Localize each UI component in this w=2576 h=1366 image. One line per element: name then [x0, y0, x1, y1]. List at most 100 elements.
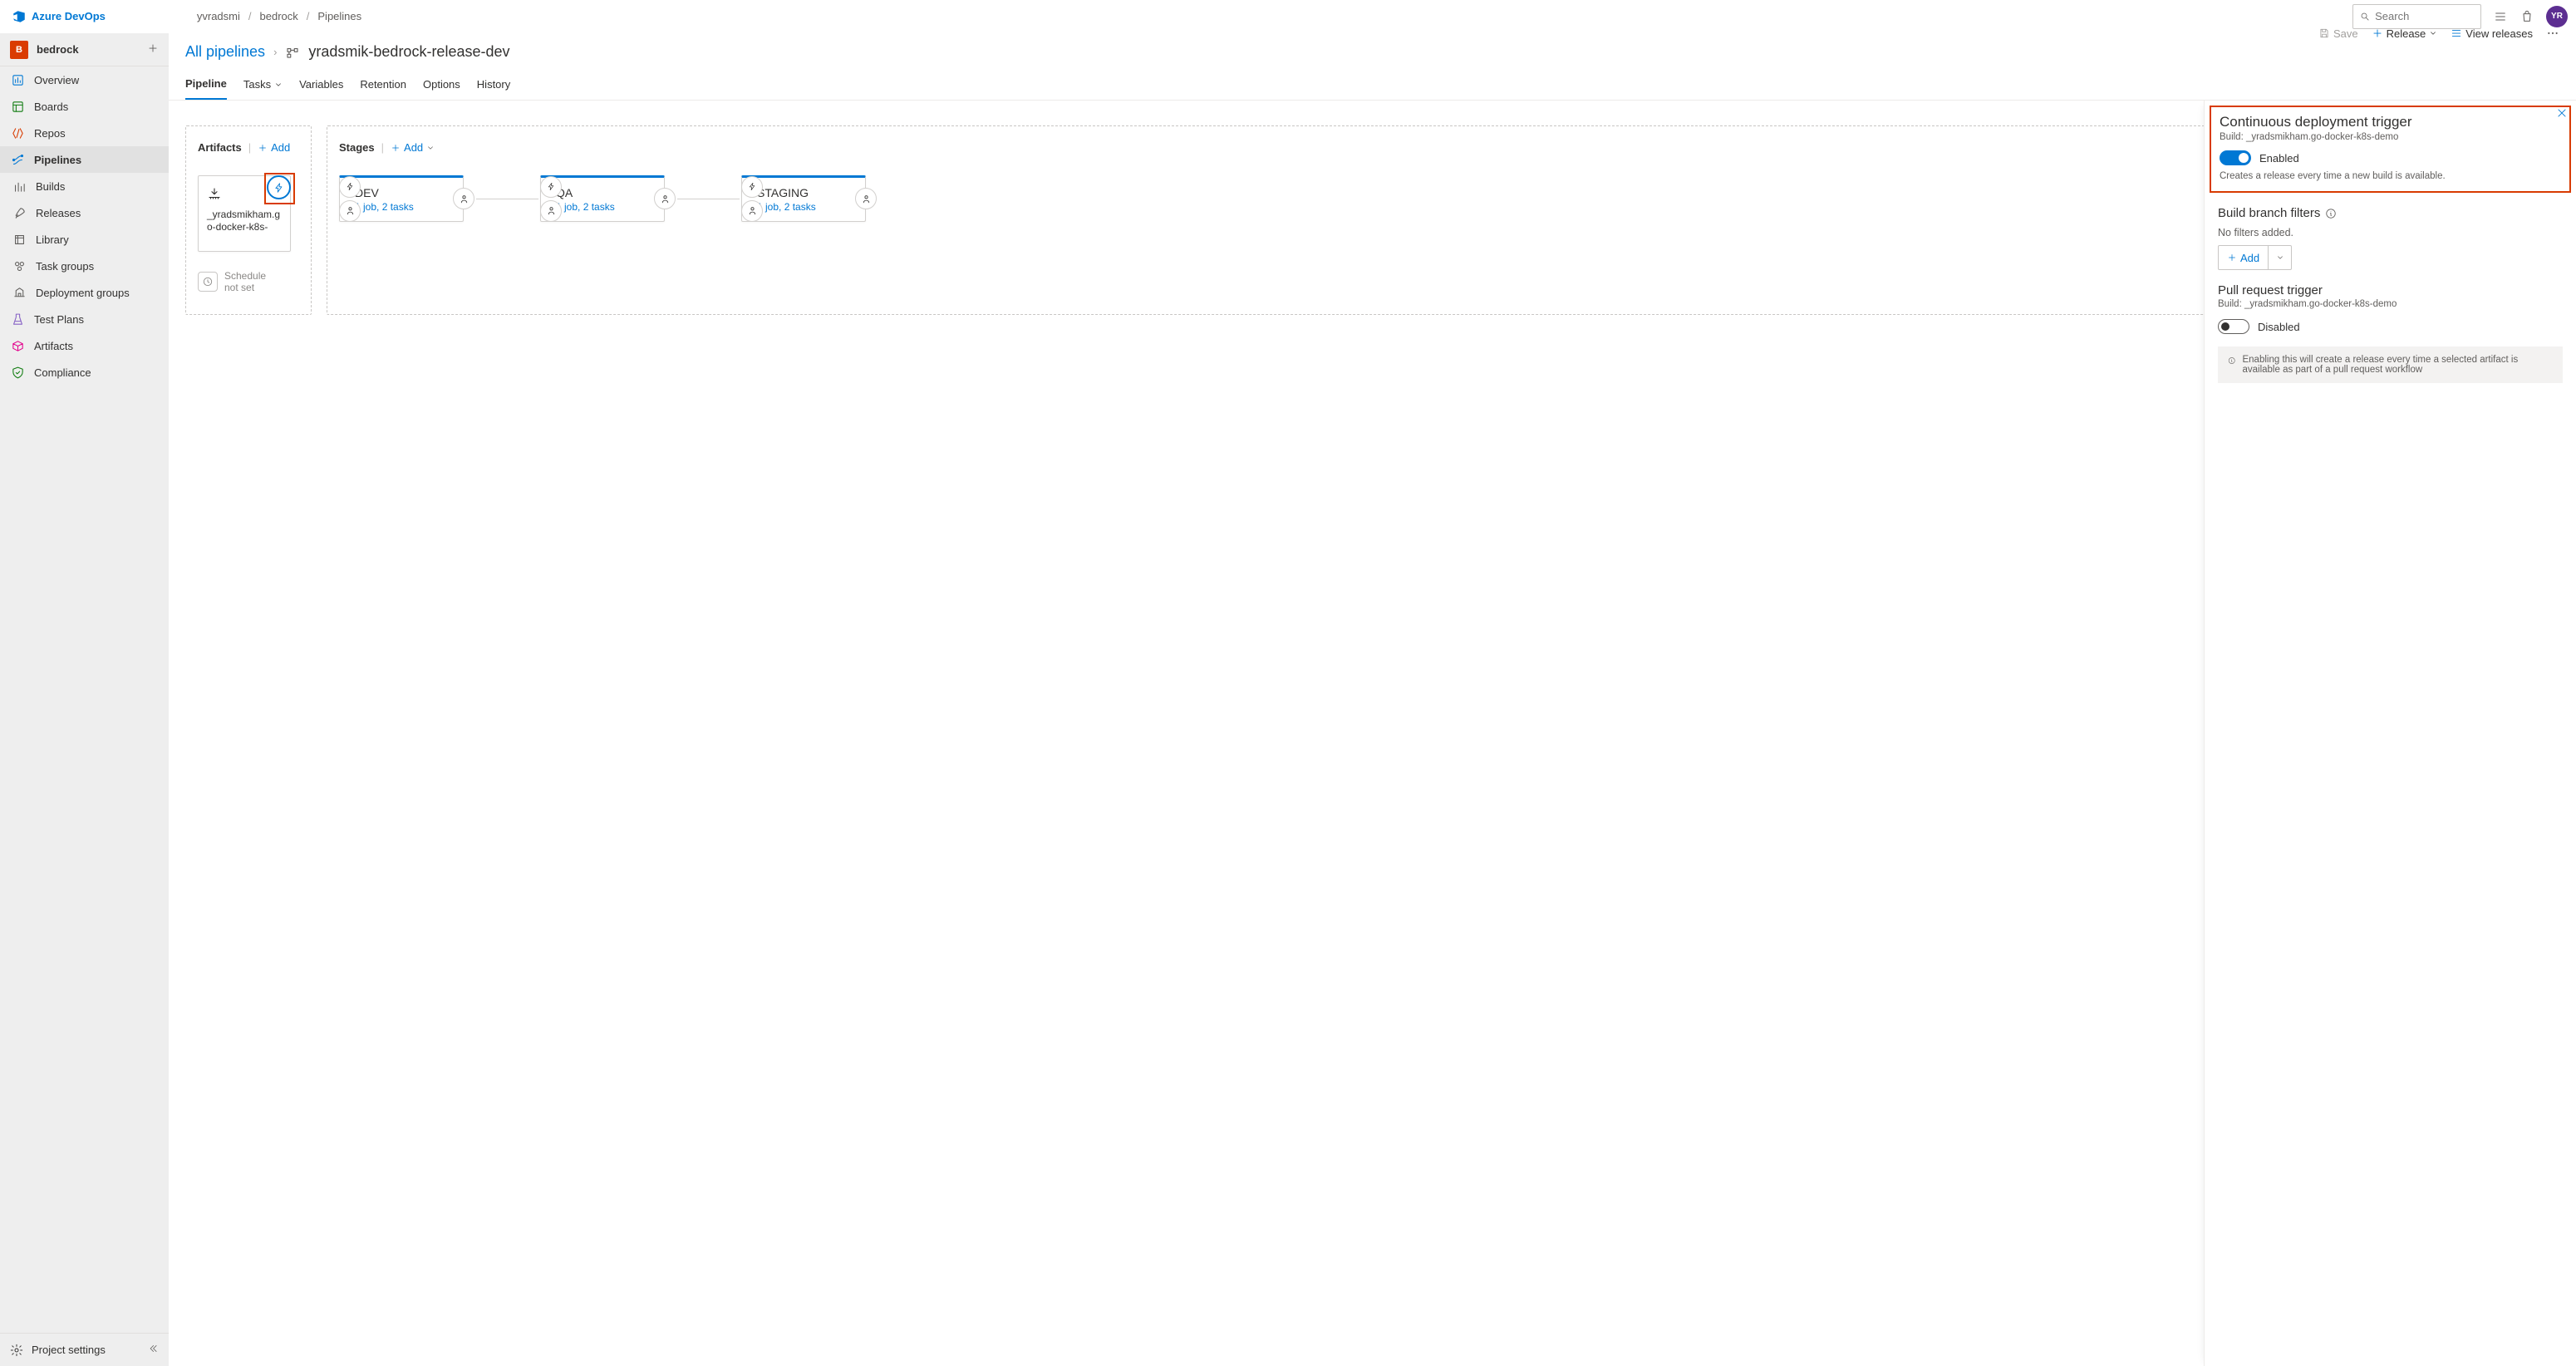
- sidebar-item-library[interactable]: Library: [0, 226, 169, 253]
- chevron-double-left-icon: [147, 1343, 159, 1354]
- stage-name: QA: [556, 186, 654, 199]
- tab-options[interactable]: Options: [423, 69, 460, 100]
- tab-variables[interactable]: Variables: [299, 69, 343, 100]
- release-definition-icon: [285, 45, 300, 60]
- breadcrumb-item[interactable]: Pipelines: [317, 10, 361, 22]
- tab-retention[interactable]: Retention: [360, 69, 406, 100]
- sidebar-item-label: Overview: [34, 74, 79, 86]
- close-icon: [2556, 107, 2568, 119]
- left-nav: B bedrock Overview Boards Repos Pipeline…: [0, 33, 169, 1366]
- sidebar-item-label: Pipelines: [34, 154, 81, 166]
- deployment-icon: [12, 285, 27, 300]
- breadcrumb-item[interactable]: yvradsmi: [197, 10, 240, 22]
- work-items-icon-button[interactable]: [2493, 9, 2508, 24]
- search-input[interactable]: [2375, 10, 2474, 22]
- tab-pipeline[interactable]: Pipeline: [185, 69, 227, 100]
- builds-icon: [12, 179, 27, 194]
- new-item-button[interactable]: [147, 42, 159, 57]
- page-actions: Save Release View releases: [2318, 27, 2559, 40]
- info-icon[interactable]: [2325, 208, 2337, 219]
- pre-deploy-conditions-button[interactable]: [540, 176, 562, 198]
- collapse-sidebar-button[interactable]: [147, 1343, 159, 1357]
- sidebar-item-releases[interactable]: Releases: [0, 199, 169, 226]
- sidebar-item-compliance[interactable]: Compliance: [0, 359, 169, 386]
- clock-icon: [202, 276, 214, 287]
- tab-history[interactable]: History: [477, 69, 510, 100]
- save-button: Save: [2318, 27, 2358, 40]
- sidebar-item-pipelines[interactable]: Pipelines: [0, 146, 169, 173]
- project-header[interactable]: B bedrock: [0, 33, 169, 66]
- lightning-icon: [748, 182, 757, 191]
- tab-tasks[interactable]: Tasks: [243, 69, 283, 100]
- pre-deploy-approvers-button[interactable]: [339, 200, 361, 222]
- pre-deploy-conditions-button[interactable]: [339, 176, 361, 198]
- more-actions-button[interactable]: [2546, 27, 2559, 40]
- save-icon: [2318, 27, 2330, 39]
- artifacts-heading: Artifacts: [198, 141, 242, 154]
- stage-qa: QA 1 job, 2 tasks: [540, 175, 676, 222]
- sidebar-item-deployment-groups[interactable]: Deployment groups: [0, 279, 169, 306]
- project-settings-label: Project settings: [32, 1344, 106, 1356]
- post-deploy-approvers-button[interactable]: [453, 188, 474, 209]
- overview-icon: [10, 72, 25, 87]
- stage-name: STAGING: [757, 186, 855, 199]
- chevron-down-icon: [274, 81, 283, 89]
- stage-meta[interactable]: 1 job, 2 tasks: [757, 201, 855, 213]
- cd-trigger-button[interactable]: [267, 175, 291, 199]
- close-panel-button[interactable]: [2556, 107, 2568, 123]
- cd-enabled-label: Enabled: [2259, 152, 2299, 165]
- all-pipelines-link[interactable]: All pipelines: [185, 43, 265, 61]
- sidebar-item-overview[interactable]: Overview: [0, 66, 169, 93]
- approver-icon: [459, 194, 469, 204]
- list-icon: [2451, 27, 2462, 39]
- artifact-label: _yradsmikham.go-docker-k8s-: [207, 209, 282, 233]
- branch-filters-title: Build branch filters: [2218, 206, 2320, 220]
- add-artifact-button[interactable]: Add: [258, 141, 290, 154]
- user-avatar[interactable]: YR: [2546, 6, 2568, 27]
- library-icon: [12, 232, 27, 247]
- search-icon: [2360, 11, 2370, 22]
- pr-enabled-toggle[interactable]: [2218, 319, 2249, 334]
- post-deploy-approvers-button[interactable]: [855, 188, 877, 209]
- artifacts-lane: Artifacts | Add: [185, 125, 312, 315]
- schedule-indicator[interactable]: Schedule not set: [198, 270, 299, 293]
- add-stage-button[interactable]: Add: [391, 141, 435, 154]
- lightning-icon: [273, 182, 285, 194]
- breadcrumb-item[interactable]: bedrock: [260, 10, 298, 22]
- global-search[interactable]: [2352, 4, 2481, 29]
- sidebar-item-test-plans[interactable]: Test Plans: [0, 306, 169, 332]
- market-icon-button[interactable]: [2519, 9, 2534, 24]
- sidebar-item-artifacts[interactable]: Artifacts: [0, 332, 169, 359]
- cd-trigger-subtitle: Build: _yradsmikham.go-docker-k8s-demo: [2220, 132, 2561, 142]
- add-branch-filter-button[interactable]: Add: [2218, 245, 2292, 270]
- sidebar-item-repos[interactable]: Repos: [0, 120, 169, 146]
- pr-disabled-label: Disabled: [2258, 321, 2300, 333]
- sidebar-item-label: Task groups: [36, 260, 94, 273]
- project-settings-link[interactable]: Project settings: [0, 1333, 169, 1366]
- project-icon: B: [10, 41, 28, 59]
- post-deploy-approvers-button[interactable]: [654, 188, 676, 209]
- artifact-card[interactable]: _yradsmikham.go-docker-k8s-: [198, 175, 291, 252]
- page-title-row: All pipelines › yradsmik-bedrock-release…: [185, 43, 510, 61]
- add-branch-filter-dropdown[interactable]: [2268, 246, 2291, 269]
- brand-label: Azure DevOps: [32, 10, 106, 22]
- sidebar-item-task-groups[interactable]: Task groups: [0, 253, 169, 279]
- breadcrumb: yvradsmi / bedrock / Pipelines: [197, 10, 361, 22]
- sidebar-item-boards[interactable]: Boards: [0, 93, 169, 120]
- pre-deploy-approvers-button[interactable]: [540, 200, 562, 222]
- pre-deploy-approvers-button[interactable]: [741, 200, 763, 222]
- sidebar-item-builds[interactable]: Builds: [0, 173, 169, 199]
- pre-deploy-conditions-button[interactable]: [741, 176, 763, 198]
- azure-devops-home-link[interactable]: Azure DevOps: [12, 9, 106, 24]
- stage-meta[interactable]: 1 job, 2 tasks: [556, 201, 654, 213]
- main-content: All pipelines › yradsmik-bedrock-release…: [169, 33, 2576, 1366]
- view-releases-button[interactable]: View releases: [2451, 27, 2533, 40]
- cd-enabled-toggle[interactable]: [2220, 150, 2251, 165]
- schedule-label: Schedule not set: [224, 270, 266, 293]
- chevron-right-icon: ›: [273, 46, 277, 58]
- create-release-button[interactable]: Release: [2372, 27, 2438, 40]
- project-name: bedrock: [37, 43, 139, 56]
- breadcrumb-separator: /: [307, 10, 310, 22]
- plus-icon: [391, 143, 401, 153]
- stage-meta[interactable]: 1 job, 2 tasks: [355, 201, 453, 213]
